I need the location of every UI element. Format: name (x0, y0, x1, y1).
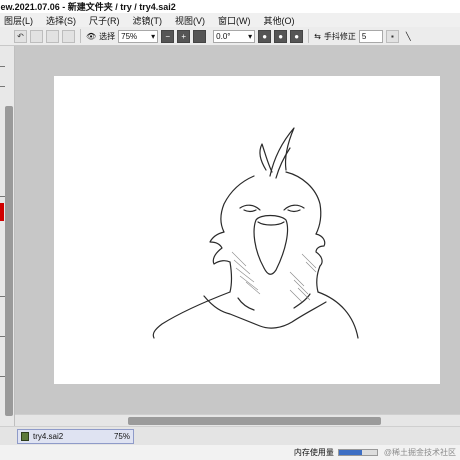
left-panel-scrollbar[interactable] (5, 106, 13, 416)
undo-button[interactable]: ↶ (14, 29, 27, 43)
flip-icon[interactable]: ⇆ (314, 32, 321, 41)
zoom-value: 75% (121, 31, 138, 41)
zoom-out-button[interactable]: − (161, 29, 175, 43)
panel-tick (0, 336, 5, 337)
zoom-select[interactable]: 75% ▾ (118, 29, 159, 43)
panel-tick (0, 66, 5, 67)
zoom-in-button[interactable]: + (177, 29, 191, 43)
drawing-canvas[interactable] (54, 76, 440, 384)
window-title: iew.2021.07.06 - 新建文件夹 / try / try4.sai2 (0, 2, 176, 12)
document-tab-zoom: 75% (113, 432, 130, 441)
rotate-left-button[interactable]: ● (258, 29, 272, 43)
bird-sketch (152, 127, 359, 339)
toolbar: ↶ 👁 选择 75% ▾ − + 0.0° ▾ ● ● ● ⇆ 手抖修正 5 ▪… (0, 27, 460, 46)
rotate-reset-button[interactable]: ● (290, 29, 304, 43)
redo-button[interactable] (30, 29, 43, 43)
menu-ruler[interactable]: 尺子(R) (85, 14, 129, 27)
status-bar: 内存使用量 @稀土掘金技术社区 (0, 445, 460, 460)
title-bar: iew.2021.07.06 - 新建文件夹 / try / try4.sai2 (0, 0, 460, 13)
rotation-select[interactable]: 0.0° ▾ (213, 29, 256, 43)
menu-layer[interactable]: 图层(L) (0, 14, 42, 27)
menu-other[interactable]: 其他(O) (260, 14, 304, 27)
invert-selection-button[interactable] (62, 29, 75, 43)
memory-usage-label: 内存使用量 (293, 448, 334, 457)
memory-usage-fill (338, 450, 362, 455)
horizontal-scrollbar[interactable] (15, 414, 460, 426)
chevron-down-icon: ▾ (151, 31, 156, 41)
zoom-reset-button[interactable] (193, 29, 207, 43)
horizontal-scrollbar-thumb[interactable] (128, 417, 381, 425)
toolbar-divider (308, 29, 310, 43)
menu-filter[interactable]: 滤镜(T) (129, 14, 172, 27)
toolbar-divider (80, 29, 81, 43)
stabilizer-select[interactable]: 5 (358, 29, 383, 43)
eye-icon[interactable]: 👁 (86, 32, 96, 41)
menu-select[interactable]: 选择(S) (42, 14, 85, 27)
panel-tick (0, 86, 5, 87)
panel-tick (0, 196, 5, 197)
stabilizer-value: 5 (361, 31, 367, 41)
deselect-button[interactable] (46, 29, 59, 43)
stabilizer-label: 手抖修正 (323, 31, 356, 41)
color-indicator (0, 203, 4, 221)
canvas-workspace[interactable] (15, 46, 460, 414)
undo-icon: ↶ (17, 31, 24, 41)
menu-bar: 图层(L) 选择(S) 尺子(R) 滤镜(T) 视图(V) 窗口(W) 其他(O… (0, 13, 460, 27)
stabilizer-button[interactable]: ▪ (385, 29, 399, 43)
watermark: @稀土掘金技术社区 (383, 448, 456, 457)
document-tab[interactable]: try4.sai2 75% (17, 429, 134, 444)
memory-usage-bar (337, 449, 378, 456)
select-label: 选择 (99, 31, 116, 41)
chevron-down-icon: ▾ (248, 31, 253, 41)
document-icon (21, 432, 29, 441)
rotate-right-button[interactable]: ● (274, 29, 288, 43)
minus-icon: − (165, 31, 170, 41)
menu-window[interactable]: 窗口(W) (214, 14, 260, 27)
panel-tick (0, 376, 5, 377)
document-tab-bar: try4.sai2 75% (0, 426, 460, 445)
pen-icon[interactable]: ╲ (406, 32, 411, 41)
document-tab-name: try4.sai2 (33, 432, 64, 441)
menu-view[interactable]: 视图(V) (171, 14, 214, 27)
panel-tick (0, 296, 5, 297)
rotation-value: 0.0° (216, 31, 231, 41)
plus-icon: + (181, 31, 186, 41)
left-panel-edge (0, 46, 15, 426)
